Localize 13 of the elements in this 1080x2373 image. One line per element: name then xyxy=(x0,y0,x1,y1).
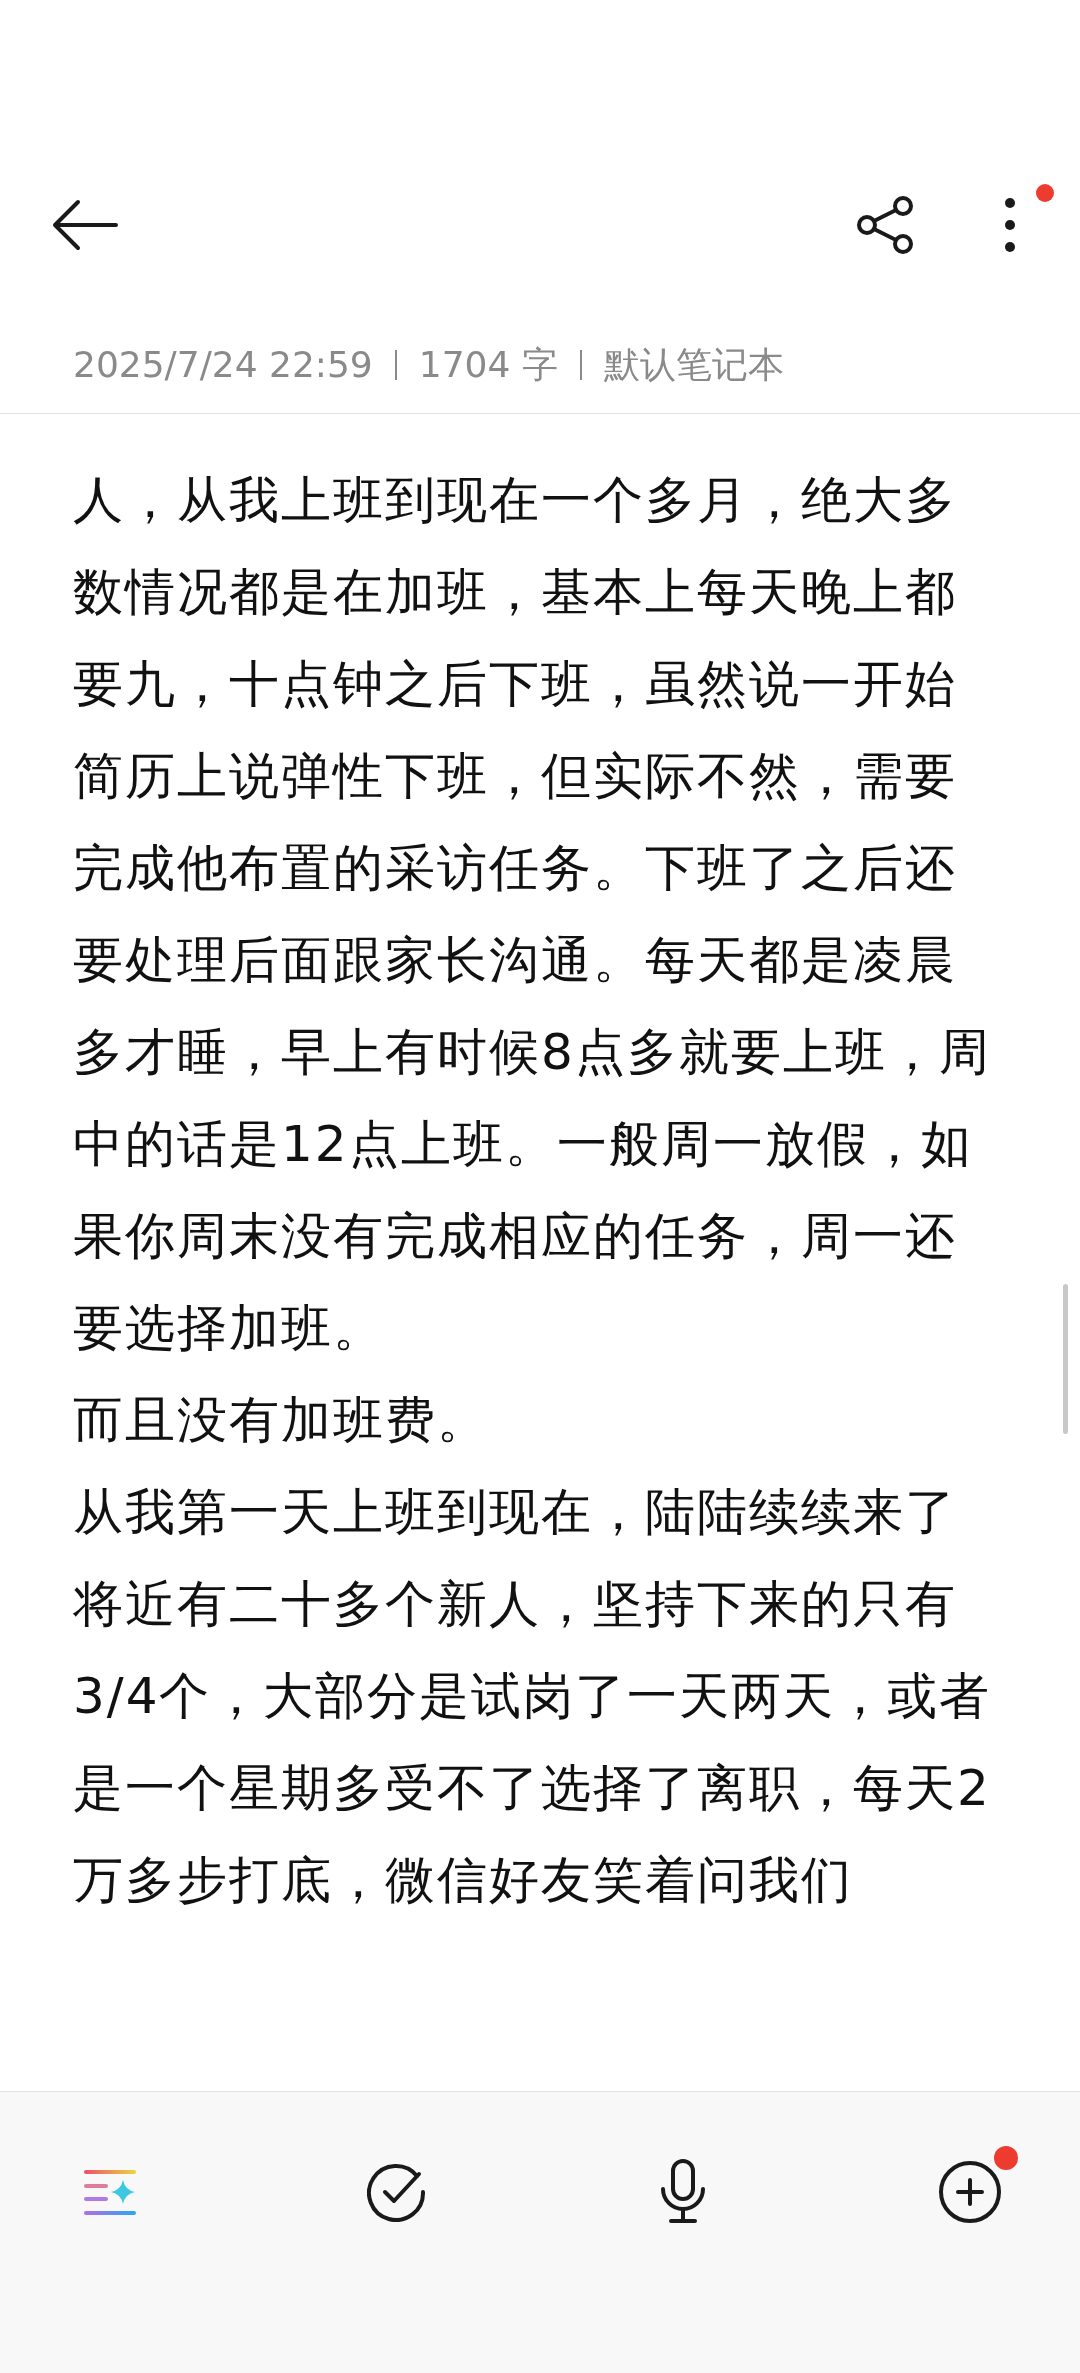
sparkle-lines-icon xyxy=(82,2168,138,2216)
word-count: 1704 字 xyxy=(418,343,558,387)
note-paragraph: 从我第一天上班到现在，陆陆续续来了将近有二十多个新人，坚持下来的只有3/4个，大部分是试岗了一天两天，或者是一个星期多受不了选择了离职，每天2万多步打底，微信好友笑着问我们 xyxy=(73,1482,993,1911)
more-vertical-icon xyxy=(1004,197,1016,253)
add-circle-icon xyxy=(937,2160,1002,2224)
note-paragraph: 人，从我上班到现在一个多月，绝大多数情况都是在加班，基本上每天晚上都要九，十点钟之后下班，虽然说一开始简历上说弹性下班，但实际不然，需要完成他布置的采访任务。下班了之后还要处理后面跟家长沟通。每天都是凌晨多才睡，早上有时候8点多就要上班，周中的话是12点上班。一般周一放假，如果你周末没有完成相应的任务，周一还要选择加班。 xyxy=(73,470,992,1359)
microphone-icon xyxy=(659,2159,708,2225)
note-date: 2025/7/24 22:59 xyxy=(73,343,373,387)
notebook-name: 默认笔记本 xyxy=(603,343,784,387)
check-circle-icon xyxy=(366,2162,427,2222)
note-paragraph: 而且没有加班费。 xyxy=(73,1390,490,1451)
share-icon xyxy=(856,195,914,255)
back-arrow-icon xyxy=(52,199,118,251)
